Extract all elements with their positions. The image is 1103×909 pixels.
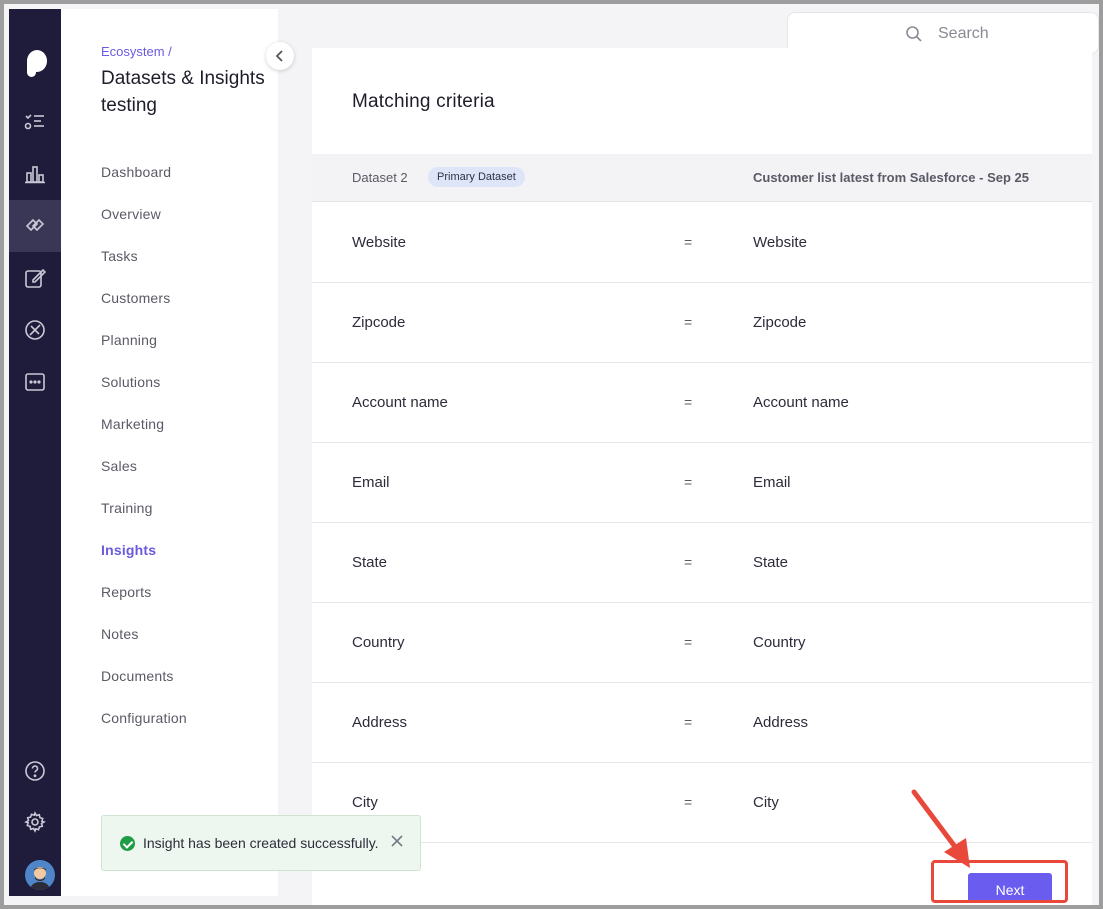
- nav-item-sales[interactable]: Sales: [101, 458, 137, 474]
- matching-criteria-card: Matching criteria Dataset 2 Primary Data…: [312, 48, 1092, 905]
- left-field: Website: [352, 234, 406, 251]
- left-dataset-header: Dataset 2: [352, 170, 408, 185]
- table-row: Address = Address: [312, 683, 1092, 763]
- app-window: Ecosystem / Datasets & Insights testing …: [0, 0, 1103, 909]
- table-row: Email = Email: [312, 443, 1092, 523]
- right-field: City: [753, 794, 779, 811]
- checklist-icon[interactable]: [9, 96, 61, 148]
- nav-item-documents[interactable]: Documents: [101, 668, 174, 684]
- secondary-nav: Ecosystem / Datasets & Insights testing …: [61, 9, 278, 896]
- left-field: Address: [352, 714, 408, 731]
- annotation-highlight-box: [931, 860, 1068, 903]
- equals-operator: =: [684, 794, 693, 810]
- nav-item-planning[interactable]: Planning: [101, 332, 157, 348]
- ecosystem-icon[interactable]: [9, 200, 61, 252]
- right-field: Zipcode: [753, 314, 807, 331]
- nav-item-configuration[interactable]: Configuration: [101, 710, 187, 726]
- left-field: State: [352, 554, 388, 571]
- right-field: Country: [753, 634, 806, 651]
- table-row: Website = Website: [312, 203, 1092, 283]
- right-field: Address: [753, 714, 809, 731]
- table-row: State = State: [312, 523, 1092, 603]
- card-title: Matching criteria: [352, 91, 495, 112]
- logo-icon[interactable]: [9, 38, 61, 90]
- settings-icon[interactable]: [9, 796, 61, 848]
- nav-item-overview[interactable]: Overview: [101, 206, 161, 222]
- right-dataset-header: Customer list latest from Salesforce - S…: [753, 170, 1029, 185]
- equals-operator: =: [684, 714, 693, 730]
- table-row: Account name = Account name: [312, 363, 1092, 443]
- right-field: State: [753, 554, 789, 571]
- left-field: City: [352, 794, 378, 811]
- nav-item-customers[interactable]: Customers: [101, 290, 170, 306]
- toast-message: Insight has been created successfully.: [143, 835, 379, 851]
- edit-icon[interactable]: [9, 252, 61, 304]
- equals-operator: =: [684, 234, 693, 250]
- equals-operator: =: [684, 634, 693, 650]
- collapse-nav-button[interactable]: [266, 42, 294, 70]
- nav-item-dashboard[interactable]: Dashboard: [101, 164, 171, 180]
- nav-item-training[interactable]: Training: [101, 500, 153, 516]
- table-header: Dataset 2 Primary Dataset Customer list …: [312, 154, 1092, 202]
- nav-item-marketing[interactable]: Marketing: [101, 416, 164, 432]
- left-field: Email: [352, 474, 390, 491]
- help-icon[interactable]: [9, 745, 61, 797]
- nav-item-solutions[interactable]: Solutions: [101, 374, 160, 390]
- check-circle-icon: [120, 836, 135, 851]
- nav-item-notes[interactable]: Notes: [101, 626, 139, 642]
- equals-operator: =: [684, 394, 693, 410]
- equals-operator: =: [684, 554, 693, 570]
- nav-item-tasks[interactable]: Tasks: [101, 248, 138, 264]
- table-row: Country = Country: [312, 603, 1092, 683]
- search-icon: [906, 26, 922, 42]
- left-field: Country: [352, 634, 405, 651]
- page-title: Datasets & Insights testing: [101, 68, 265, 116]
- avatar[interactable]: [25, 860, 55, 890]
- left-field: Account name: [352, 394, 448, 411]
- nav-item-insights[interactable]: Insights: [101, 542, 156, 558]
- more-icon[interactable]: [9, 356, 61, 408]
- chevron-left-icon: [275, 50, 283, 62]
- compass-icon[interactable]: [9, 304, 61, 356]
- nav-item-reports[interactable]: Reports: [101, 584, 151, 600]
- bar-chart-icon[interactable]: [9, 148, 61, 200]
- right-field: Website: [753, 234, 807, 251]
- icon-rail: [9, 9, 61, 896]
- right-field: Account name: [753, 394, 849, 411]
- equals-operator: =: [684, 314, 693, 330]
- close-icon[interactable]: [388, 832, 406, 850]
- success-toast: Insight has been created successfully.: [101, 815, 421, 871]
- equals-operator: =: [684, 474, 693, 490]
- right-field: Email: [753, 474, 791, 491]
- search-placeholder: Search: [938, 25, 989, 42]
- breadcrumb[interactable]: Ecosystem /: [101, 44, 172, 59]
- left-field: Zipcode: [352, 314, 406, 331]
- table-row: Zipcode = Zipcode: [312, 283, 1092, 363]
- primary-dataset-badge: Primary Dataset: [428, 167, 525, 187]
- table-row: City = City: [312, 763, 1092, 843]
